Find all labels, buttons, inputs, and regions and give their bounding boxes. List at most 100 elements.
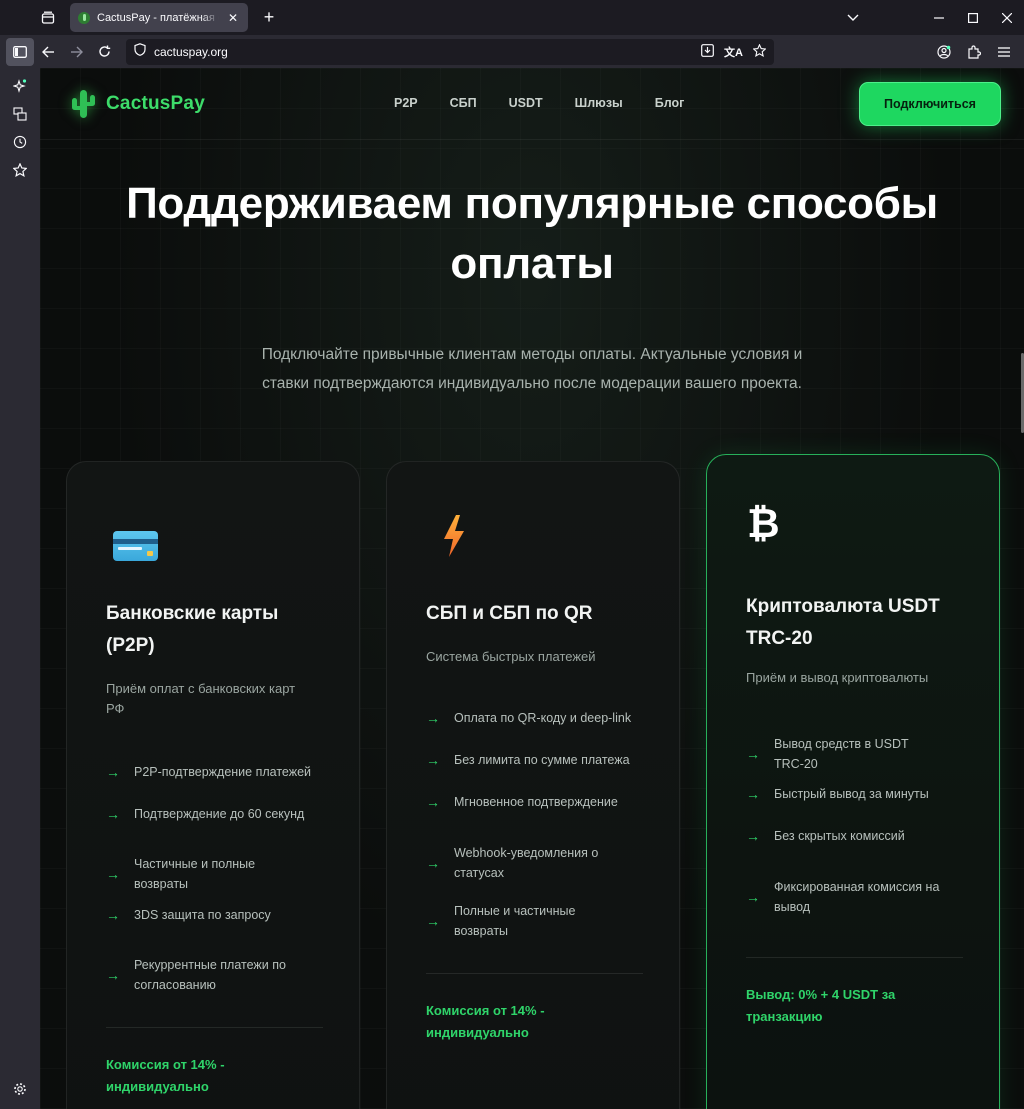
payment-card-usdt: ₿ Криптовалюта USDT TRC-20 Приём и вывод… <box>706 454 1000 1109</box>
feature-text: Вывод средств в USDT TRC-20 <box>774 737 909 771</box>
connect-button[interactable]: Подключиться <box>859 82 1001 126</box>
card-title-line: СБП и СБП по QR <box>426 603 593 624</box>
nav-link-sbp[interactable]: СБП <box>450 96 477 110</box>
main-nav: P2P СБП USDT Шлюзы Блог <box>394 96 684 110</box>
settings-gear-icon[interactable] <box>0 1075 40 1103</box>
nav-link-p2p[interactable]: P2P <box>394 96 418 110</box>
tab-list-chevron-icon[interactable] <box>836 0 870 35</box>
bitcoin-icon: ₿ <box>747 501 780 547</box>
reload-icon[interactable] <box>90 38 118 66</box>
feature-text: Фиксированная комиссия на вывод <box>774 880 940 914</box>
history-clock-icon[interactable] <box>0 128 40 156</box>
url-bar[interactable]: cactuspay.org 文A <box>126 38 774 65</box>
card-commission: Вывод: 0% + 4 USDT за транзакцию <box>746 987 896 1024</box>
feature-item: → Частичные и полные возвраты <box>106 854 336 894</box>
minimize-icon[interactable] <box>922 0 956 35</box>
translate-icon[interactable]: 文A <box>724 44 743 60</box>
card-desc-line: Приём оплат с банковских карт <box>106 681 296 696</box>
arrow-right-icon: → <box>106 866 120 882</box>
lightning-icon <box>444 515 464 557</box>
arrow-right-icon: → <box>426 710 440 726</box>
account-icon[interactable] <box>930 38 958 66</box>
card-divider <box>106 1027 323 1028</box>
nav-link-blog[interactable]: Блог <box>655 96 685 110</box>
maximize-icon[interactable] <box>956 0 990 35</box>
feature-text: Без лимита по сумме платежа <box>454 753 630 767</box>
feature-item: → Оплата по QR-коду и deep-link <box>426 708 656 728</box>
hero-subtitle: Подключайте привычные клиентам методы оп… <box>220 340 844 398</box>
site-logo[interactable]: CactusPay <box>70 90 205 118</box>
hero-title: Поддерживаем популярные способы оплаты <box>40 174 1024 294</box>
payment-card-bank-cards: Банковские карты (P2P) Приём оплат с бан… <box>66 461 360 1109</box>
sidebar-toggle-icon[interactable] <box>6 37 34 66</box>
feature-text: P2P-подтверждение платежей <box>134 765 312 779</box>
feature-text: Полные и частичные возвраты <box>454 904 576 938</box>
new-tab-button[interactable]: + <box>256 5 282 31</box>
feature-text: Без скрытых комиссий <box>774 829 905 843</box>
arrow-right-icon: → <box>426 752 440 768</box>
card-title-line: Банковские карты <box>106 603 279 624</box>
url-text[interactable]: cactuspay.org <box>154 45 693 59</box>
feature-item: → Рекуррентные платежи по согласованию <box>106 955 336 995</box>
card-divider <box>746 957 963 958</box>
feature-text: Мгновенное подтверждение <box>454 795 618 809</box>
nav-link-gateways[interactable]: Шлюзы <box>575 96 623 110</box>
card-title-line: TRC-20 <box>746 628 813 649</box>
arrow-right-icon: → <box>746 786 760 802</box>
window-controls <box>836 0 1024 35</box>
extensions-icon[interactable] <box>960 38 988 66</box>
feature-item: → Полные и частичные возвраты <box>426 901 656 941</box>
back-arrow-icon[interactable] <box>34 38 62 66</box>
card-divider <box>426 973 643 974</box>
close-tab-icon[interactable]: ✕ <box>226 11 240 25</box>
feature-item: → Быстрый вывод за минуты <box>746 784 976 804</box>
browser-sidebar <box>0 68 40 1109</box>
ai-sparkle-icon[interactable] <box>0 72 40 100</box>
feature-item: → Вывод средств в USDT TRC-20 <box>746 734 976 774</box>
tab-overview-icon[interactable] <box>34 4 62 32</box>
arrow-right-icon: → <box>746 828 760 844</box>
feature-text: Подтверждение до 60 секунд <box>134 807 305 821</box>
synced-tabs-icon[interactable] <box>0 100 40 128</box>
forward-arrow-icon[interactable] <box>62 38 90 66</box>
cactus-favicon-icon <box>78 11 90 24</box>
payment-card-sbp: СБП и СБП по QR Система быстрых платежей… <box>386 461 680 1109</box>
arrow-right-icon: → <box>426 794 440 810</box>
feature-item: → Подтверждение до 60 секунд <box>106 804 336 824</box>
cactus-logo-icon <box>70 90 96 118</box>
card-description: Приём оплат с банковских карт РФ <box>106 679 336 719</box>
arrow-right-icon: → <box>426 855 440 871</box>
feature-text: Быстрый вывод за минуты <box>774 787 929 801</box>
card-title: Банковские карты (P2P) <box>106 598 336 662</box>
nav-link-usdt[interactable]: USDT <box>509 96 543 110</box>
card-title: СБП и СБП по QR <box>426 598 656 630</box>
site-header: CactusPay P2P СБП USDT Шлюзы Блог Подклю… <box>40 68 1024 140</box>
bookmarks-star-icon[interactable] <box>0 156 40 184</box>
card-title-line: (P2P) <box>106 635 155 656</box>
arrow-right-icon: → <box>106 907 120 923</box>
bookmark-star-icon[interactable] <box>752 42 767 60</box>
arrow-right-icon: → <box>746 746 760 762</box>
card-title-line: Криптовалюта USDT <box>746 596 940 617</box>
feature-item: → 3DS защита по запросу <box>106 905 336 925</box>
browser-tab-active[interactable]: CactusPay - платёжная система ✕ <box>70 3 248 32</box>
card-commission: Комиссия от 14% - индивидуально <box>106 1057 225 1094</box>
arrow-right-icon: → <box>426 913 440 929</box>
feature-text: Частичные и полные возвраты <box>134 857 256 891</box>
feature-item: → Без лимита по сумме платежа <box>426 750 656 770</box>
card-title: Криптовалюта USDT TRC-20 <box>746 591 976 655</box>
hero-subtitle-line: ставки подтверждаются индивидуально посл… <box>262 375 802 392</box>
site-security-icon[interactable] <box>134 42 146 61</box>
card-desc-line: Приём и вывод криптовалюты <box>746 670 929 685</box>
download-page-icon[interactable] <box>701 43 714 60</box>
arrow-right-icon: → <box>106 764 120 780</box>
browser-nav-bar: cactuspay.org 文A <box>0 35 1024 68</box>
feature-text: Webhook-уведомления о статусах <box>454 846 599 880</box>
app-menu-icon[interactable] <box>990 38 1018 66</box>
credit-card-icon <box>113 531 158 561</box>
card-commission: Комиссия от 14% - индивидуально <box>426 1003 545 1040</box>
feature-item: → Без скрытых комиссий <box>746 826 976 846</box>
card-desc-line: РФ <box>106 701 125 716</box>
close-window-icon[interactable] <box>990 0 1024 35</box>
browser-tab-bar: CactusPay - платёжная система ✕ + <box>0 0 1024 35</box>
